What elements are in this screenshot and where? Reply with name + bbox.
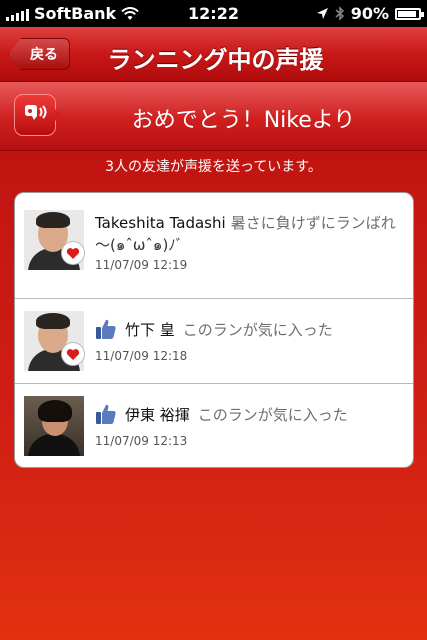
status-right: 90% [316,4,424,23]
cheer-sender-name: Takeshita Tadashi [95,214,226,232]
bluetooth-icon [335,6,344,21]
status-bar: SoftBank 12:22 90% [0,0,427,27]
battery-icon [395,7,424,20]
battery-fill [398,10,416,17]
list-item[interactable]: Takeshita Tadashi 暑さに負けずにランばれ 〜(๑ˆωˆ๑)ﾉﾞ… [15,193,413,284]
cheer-sender-name: 竹下 皇 [125,320,175,339]
heart-icon [61,342,85,366]
cheer-line-2: 〜(๑ˆωˆ๑)ﾉﾞ [95,233,183,257]
list-item[interactable]: 伊東 裕揮 このランが気に入った 11/07/09 12:13 [15,383,413,467]
page-title: ランニング中の声援 [107,46,324,74]
thumbs-up-icon [96,319,116,339]
location-icon [316,8,328,19]
cheer-banner: おめでとう！Nikeより [0,82,427,151]
cheer-line-1: 竹下 皇 このランが気に入った [95,318,333,340]
cheer-message: 暑さに負けずにランばれ [230,214,396,232]
cheer-message-continued: 〜(๑ˆωˆ๑)ﾉﾞ [95,236,184,254]
heart-icon [61,241,85,265]
cheer-line-1: Takeshita Tadashi 暑さに負けずにランばれ [95,212,396,233]
cheer-line-1: 伊東 裕揮 このランが気に入った [95,403,348,425]
back-button[interactable]: 戻る [8,38,70,70]
battery-percent: 90% [350,4,389,23]
cheer-message: このランが気に入った [197,405,348,424]
thumbs-up-icon [96,404,116,424]
list-item[interactable]: 竹下 皇 このランが気に入った 11/07/09 12:18 [15,298,413,383]
navigation-bar: 戻る ランニング中の声援 [0,27,427,82]
cheer-timestamp: 11/07/09 12:18 [95,349,188,363]
cheer-list: Takeshita Tadashi 暑さに負けずにランばれ 〜(๑ˆωˆ๑)ﾉﾞ… [14,192,414,468]
banner-title: おめでとう！Nikeより [131,108,356,133]
cheer-timestamp: 11/07/09 12:19 [95,258,188,272]
cheer-timestamp: 11/07/09 12:13 [95,434,188,448]
cheer-message: このランが気に入った [182,320,333,339]
cheer-speaker-icon [14,94,62,136]
avatar [24,396,84,456]
cheer-sender-name: 伊東 裕揮 [125,405,190,424]
cheer-summary: 3人の友達が声援を送っています。 [105,159,322,175]
